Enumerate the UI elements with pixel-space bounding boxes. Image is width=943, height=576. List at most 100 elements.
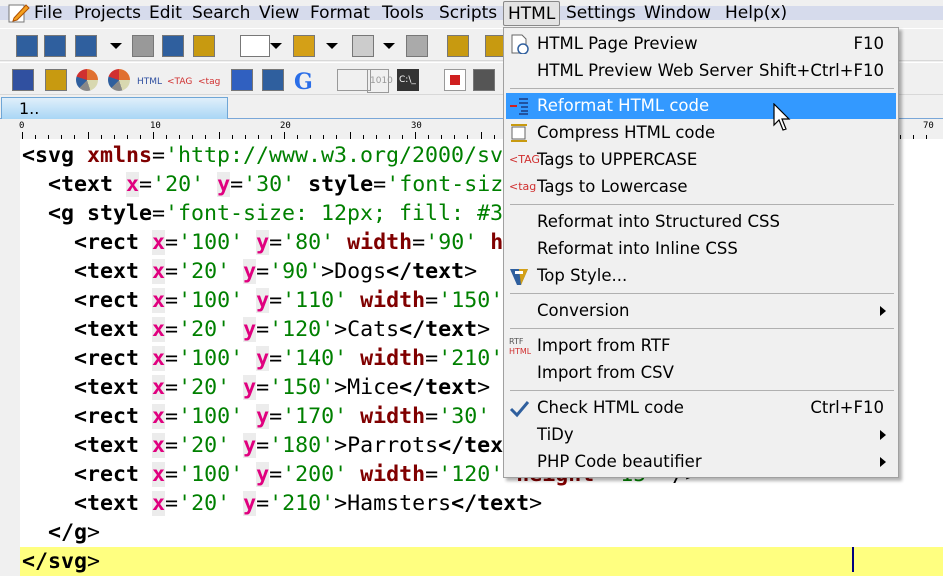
code-token: = [269,403,283,429]
topstyle-icon[interactable] [262,69,284,91]
save-icon[interactable] [352,35,374,57]
menu-item-reformat-into-structured-css[interactable]: Reformat into Structured CSS [506,209,896,235]
ruler-label: 70 [923,121,934,131]
menu-format[interactable]: Format [306,1,374,26]
menu-item-conversion[interactable]: Conversion [506,298,896,324]
menu-item-tidy[interactable]: TiDy [506,422,896,448]
open-folder-icon[interactable] [293,35,315,57]
menu-settings[interactable]: Settings [562,1,640,26]
menu-helpx[interactable]: Help(x) [721,1,791,26]
lowercase-tag-icon[interactable]: <tag [198,69,220,91]
menu-scripts[interactable]: Scripts [435,1,501,26]
menu-window[interactable]: Window [640,1,715,26]
html-to-txt-icon[interactable]: HTML TXT [137,69,162,111]
code-line: <text x='20' y='30' style='font-siz [22,170,503,199]
compress-icon[interactable] [45,69,67,91]
code-line: <svg xmlns='http://www.w3.org/2000/sv [22,141,503,170]
code-token: '120' [269,316,335,342]
code-token: 'font-size: 12px; fill: #3 [165,200,504,226]
code-token: h [490,229,504,255]
code-token: style [308,171,374,197]
log-icon[interactable] [162,35,184,57]
code-token: '30' [243,171,296,197]
code-line: <text x='20' y='120'>Cats</text> [22,315,490,344]
new-project-icon[interactable] [16,35,38,57]
tab-svgbuildersample[interactable]: 1.. SVGBuilderSample.svg [1,97,228,139]
menu-item-php-code-beautifier[interactable]: PHP Code beautifier [506,449,896,475]
menu-item-html-page-preview[interactable]: HTML Page Preview F10 [506,31,896,57]
save-all-icon[interactable] [406,35,428,57]
menu-item-label: Reformat into Inline CSS [537,239,738,258]
menu-html[interactable]: HTML [503,1,561,26]
menu-item-import-from-csv[interactable]: Import from CSV [506,360,896,386]
code-token: = [152,142,166,168]
menu-item-tags-to-uppercase[interactable]: <TAG Tags to UPPERCASE [506,147,896,173]
menu-item-label: Conversion [537,301,630,320]
dropdown-arrow-icon[interactable] [383,43,395,49]
save-project-icon[interactable] [132,35,154,57]
pie-chart-icon[interactable] [76,69,98,91]
uppercase-tag-icon[interactable]: <TAG [167,69,192,91]
menu-item-import-from-rtf[interactable]: RTF HTML Import from RTF [506,333,896,359]
code-token: y [243,374,257,400]
code-token: = [425,287,439,313]
menu-search[interactable]: Search [188,1,254,26]
open-project-icon[interactable] [75,35,97,57]
menu-edit[interactable]: Edit [145,1,186,26]
code-token: <rect [74,287,153,313]
code-token: = [269,345,283,371]
menu-view[interactable]: View [255,1,303,26]
menu-item-label: Reformat into Structured CSS [537,212,780,231]
dropdown-arrow-icon[interactable] [326,43,338,49]
menu-item-reformat-into-inline-css[interactable]: Reformat into Inline CSS [506,236,896,262]
console-icon[interactable]: C:\_ [397,69,419,91]
menu-item-tags-to-lowercase[interactable]: <tag Tags to Lowercase [506,174,896,200]
menu-tools[interactable]: Tools [378,1,428,26]
code-token: '20' [178,374,231,400]
menu-item-check-html-code[interactable]: Check HTML code Ctrl+F10 [506,395,896,421]
menu-projects[interactable]: Projects [70,1,145,26]
menu-separator [510,88,894,89]
code-token: = [139,171,153,197]
code-token: '90' [269,258,322,284]
code-token: <text [74,432,153,458]
menu-item-top-style[interactable]: Top Style... [506,263,896,289]
menu-item-compress-html-code[interactable]: Compress HTML code [506,120,896,146]
html-preview-icon[interactable] [231,69,253,91]
reformat-icon[interactable] [12,69,34,91]
binary-icon[interactable]: 1010 [367,69,393,93]
tree-icon[interactable] [447,35,469,57]
menu-item-reformat-html-code[interactable]: Reformat HTML code [506,93,896,119]
code-token: </text [386,258,465,284]
stop-icon[interactable] [444,69,466,91]
dropdown-arrow-icon[interactable] [110,43,122,49]
project-settings-icon[interactable] [193,35,215,57]
google-icon[interactable]: G [294,69,316,95]
glasses-icon[interactable] [473,69,495,91]
new-project-file-icon[interactable] [44,35,66,57]
code-token: '100' [178,345,244,371]
dropdown-arrow-icon[interactable] [270,43,282,49]
pie-chart-numbered-icon[interactable] [108,69,130,91]
code-token: '20' [178,432,231,458]
code-token: width [360,461,426,487]
code-token: '210' [269,490,335,516]
submenu-arrow-icon [880,430,886,440]
menu-file[interactable]: File [30,1,66,26]
new-file-icon[interactable] [240,35,270,57]
code-token: = [230,171,244,197]
code-token: '150' [269,374,335,400]
code-token: x [152,316,166,342]
code-token: '110' [282,287,348,313]
play-icon[interactable] [337,69,371,91]
menu-item-html-preview-web-server[interactable]: HTML Preview Web Server Shift+Ctrl+F10 [506,58,896,84]
code-token: x [152,461,166,487]
code-token: >Dogs [321,258,387,284]
code-token: <rect [74,229,153,255]
